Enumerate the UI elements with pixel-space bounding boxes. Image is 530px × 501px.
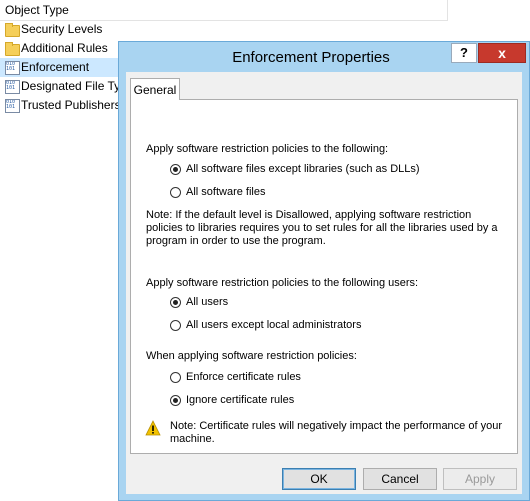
dialog-client-area: General Apply software restriction polic… bbox=[126, 72, 522, 494]
radio-all-except-libraries[interactable] bbox=[170, 164, 181, 175]
apply-to-heading: Apply software restriction policies to t… bbox=[146, 143, 389, 155]
radio-ignore-cert-rules-label[interactable]: Ignore certificate rules bbox=[186, 394, 294, 407]
general-tab-panel: Apply software restriction policies to t… bbox=[130, 99, 518, 454]
column-divider[interactable] bbox=[447, 0, 448, 20]
list-item-label: Additional Rules bbox=[21, 41, 108, 55]
list-header: Object Type bbox=[0, 0, 448, 21]
list-item-label: Trusted Publishers bbox=[21, 98, 118, 112]
dialog-titlebar[interactable]: Enforcement Properties ? x bbox=[119, 42, 529, 72]
libraries-note: Note: If the default level is Disallowed… bbox=[146, 209, 498, 247]
ok-button[interactable]: OK bbox=[282, 468, 356, 490]
dialog-title: Enforcement Properties bbox=[232, 49, 390, 66]
radio-all-except-admins-label[interactable]: All users except local administrators bbox=[186, 319, 361, 332]
users-heading: Apply software restriction policies to t… bbox=[146, 277, 419, 289]
list-item-label: Enforcement bbox=[21, 60, 90, 74]
radio-all-except-libraries-label[interactable]: All software files except libraries (suc… bbox=[186, 163, 420, 176]
folder-icon bbox=[5, 23, 20, 37]
radio-all-software-files[interactable] bbox=[170, 187, 181, 198]
close-icon: x bbox=[498, 45, 506, 61]
list-item-additional-rules[interactable]: Additional Rules bbox=[0, 39, 118, 58]
enforcement-properties-dialog: Enforcement Properties ? x General Apply… bbox=[118, 41, 530, 501]
help-button[interactable]: ? bbox=[451, 43, 477, 63]
radio-enforce-cert-rules-label[interactable]: Enforce certificate rules bbox=[186, 371, 301, 384]
warning-icon bbox=[145, 420, 161, 436]
cert-heading: When applying software restriction polic… bbox=[146, 350, 357, 362]
radio-ignore-cert-rules[interactable] bbox=[170, 395, 181, 406]
folder-icon bbox=[5, 42, 20, 56]
column-header-object-type[interactable]: Object Type bbox=[5, 3, 69, 17]
list-item-label: Security Levels bbox=[21, 22, 103, 36]
cancel-button[interactable]: Cancel bbox=[363, 468, 437, 490]
radio-all-users-label[interactable]: All users bbox=[186, 296, 228, 309]
radio-all-software-files-label[interactable]: All software files bbox=[186, 186, 265, 199]
cert-note: Note: Certificate rules will negatively … bbox=[170, 420, 502, 445]
tab-general[interactable]: General bbox=[130, 78, 180, 100]
policy-icon: 010 101 bbox=[5, 61, 20, 75]
list-item-trusted-publishers[interactable]: 010 101 Trusted Publishers bbox=[0, 96, 118, 115]
apply-button[interactable]: Apply bbox=[443, 468, 517, 490]
list-item-security-levels[interactable]: Security Levels bbox=[0, 20, 118, 39]
radio-enforce-cert-rules[interactable] bbox=[170, 372, 181, 383]
radio-all-users[interactable] bbox=[170, 297, 181, 308]
list-item-label: Designated File Ty bbox=[21, 79, 118, 93]
radio-all-except-admins[interactable] bbox=[170, 320, 181, 331]
policy-icon: 010 101 bbox=[5, 80, 20, 94]
object-type-list: Security Levels Additional Rules 010 101 … bbox=[0, 20, 118, 115]
close-button[interactable]: x bbox=[478, 43, 526, 63]
policy-icon: 010 101 bbox=[5, 99, 20, 113]
list-item-enforcement[interactable]: 010 101 Enforcement bbox=[0, 58, 118, 77]
list-item-designated-file-types[interactable]: 010 101 Designated File Ty bbox=[0, 77, 118, 96]
